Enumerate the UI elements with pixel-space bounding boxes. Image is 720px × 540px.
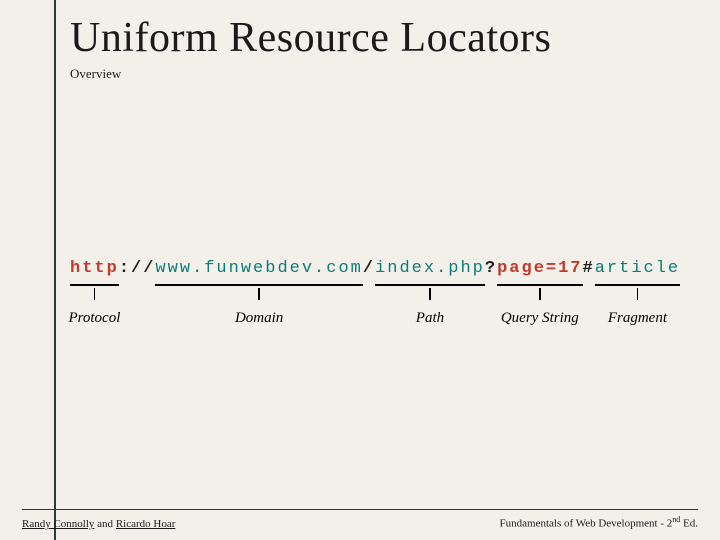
tick-protocol (94, 288, 96, 300)
label-query: Query String (501, 310, 579, 327)
seg-qmark: ? (485, 260, 497, 288)
seg-slash: / (363, 260, 375, 288)
seg-hash: # (583, 260, 595, 288)
footer-ed: Ed. (680, 518, 698, 530)
footer-and: and (94, 518, 115, 530)
author-1: Randy Connolly (22, 518, 94, 530)
label-protocol: Protocol (68, 310, 120, 327)
slide-title: Uniform Resource Locators (70, 14, 551, 62)
tick-path (429, 288, 431, 300)
seg-path: index.php (375, 260, 485, 288)
seg-fragment: article (595, 260, 680, 288)
vertical-rule (54, 0, 56, 540)
label-path: Path (416, 310, 444, 327)
seg-protocol: http (70, 260, 119, 288)
label-fragment: Fragment (608, 310, 667, 327)
footer-book-title: Fundamentals of Web Development - 2 (500, 518, 673, 530)
seg-query-string: page=17 (497, 260, 582, 288)
tick-query (539, 288, 541, 300)
slide-subtitle: Overview (70, 66, 121, 82)
footer-right: Fundamentals of Web Development - 2nd Ed… (500, 515, 698, 530)
seg-domain: www.funwebdev.com (155, 260, 362, 288)
author-2: Ricardo Hoar (116, 518, 176, 530)
footer-left: Randy Connolly and Ricardo Hoar (22, 518, 175, 530)
seg-slashes: // (131, 260, 155, 288)
label-domain: Domain (235, 310, 283, 327)
url-labels: Protocol Domain Path Query String Fragme… (70, 288, 680, 328)
tick-fragment (637, 288, 639, 300)
url-line: http : // www.funwebdev.com / index.php … (70, 260, 680, 288)
footer-rule (22, 509, 698, 510)
seg-colon: : (119, 260, 131, 288)
url-diagram: http : // www.funwebdev.com / index.php … (70, 260, 680, 340)
tick-domain (258, 288, 260, 300)
slide: Uniform Resource Locators Overview http … (0, 0, 720, 540)
